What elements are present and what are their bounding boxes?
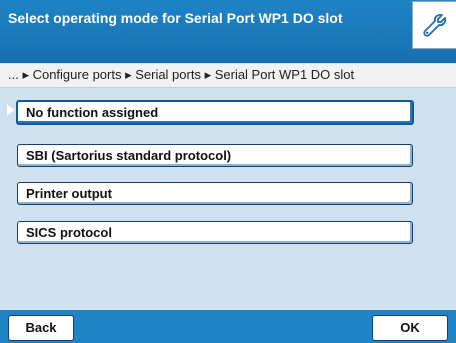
settings-button[interactable]: [412, 1, 456, 49]
option-printer-output[interactable]: Printer output: [17, 182, 413, 205]
footer-bar: Back OK: [0, 310, 456, 343]
ok-button[interactable]: OK: [372, 315, 448, 341]
option-no-function-assigned[interactable]: No function assigned: [16, 100, 414, 125]
selection-arrow-icon: [7, 104, 14, 116]
page-title: Select operating mode for Serial Port WP…: [8, 10, 343, 26]
title-bar: Select operating mode for Serial Port WP…: [0, 0, 456, 63]
back-button[interactable]: Back: [8, 315, 74, 341]
option-sbi-protocol[interactable]: SBI (Sartorius standard protocol): [17, 144, 413, 167]
wrench-icon: [422, 13, 446, 37]
breadcrumb: ... ▸ Configure ports ▸ Serial ports ▸ S…: [8, 67, 355, 82]
option-list: No function assigned SBI (Sartorius stan…: [0, 88, 456, 310]
option-sics-protocol[interactable]: SICS protocol: [17, 221, 413, 244]
breadcrumb-bar: ... ▸ Configure ports ▸ Serial ports ▸ S…: [0, 64, 456, 88]
